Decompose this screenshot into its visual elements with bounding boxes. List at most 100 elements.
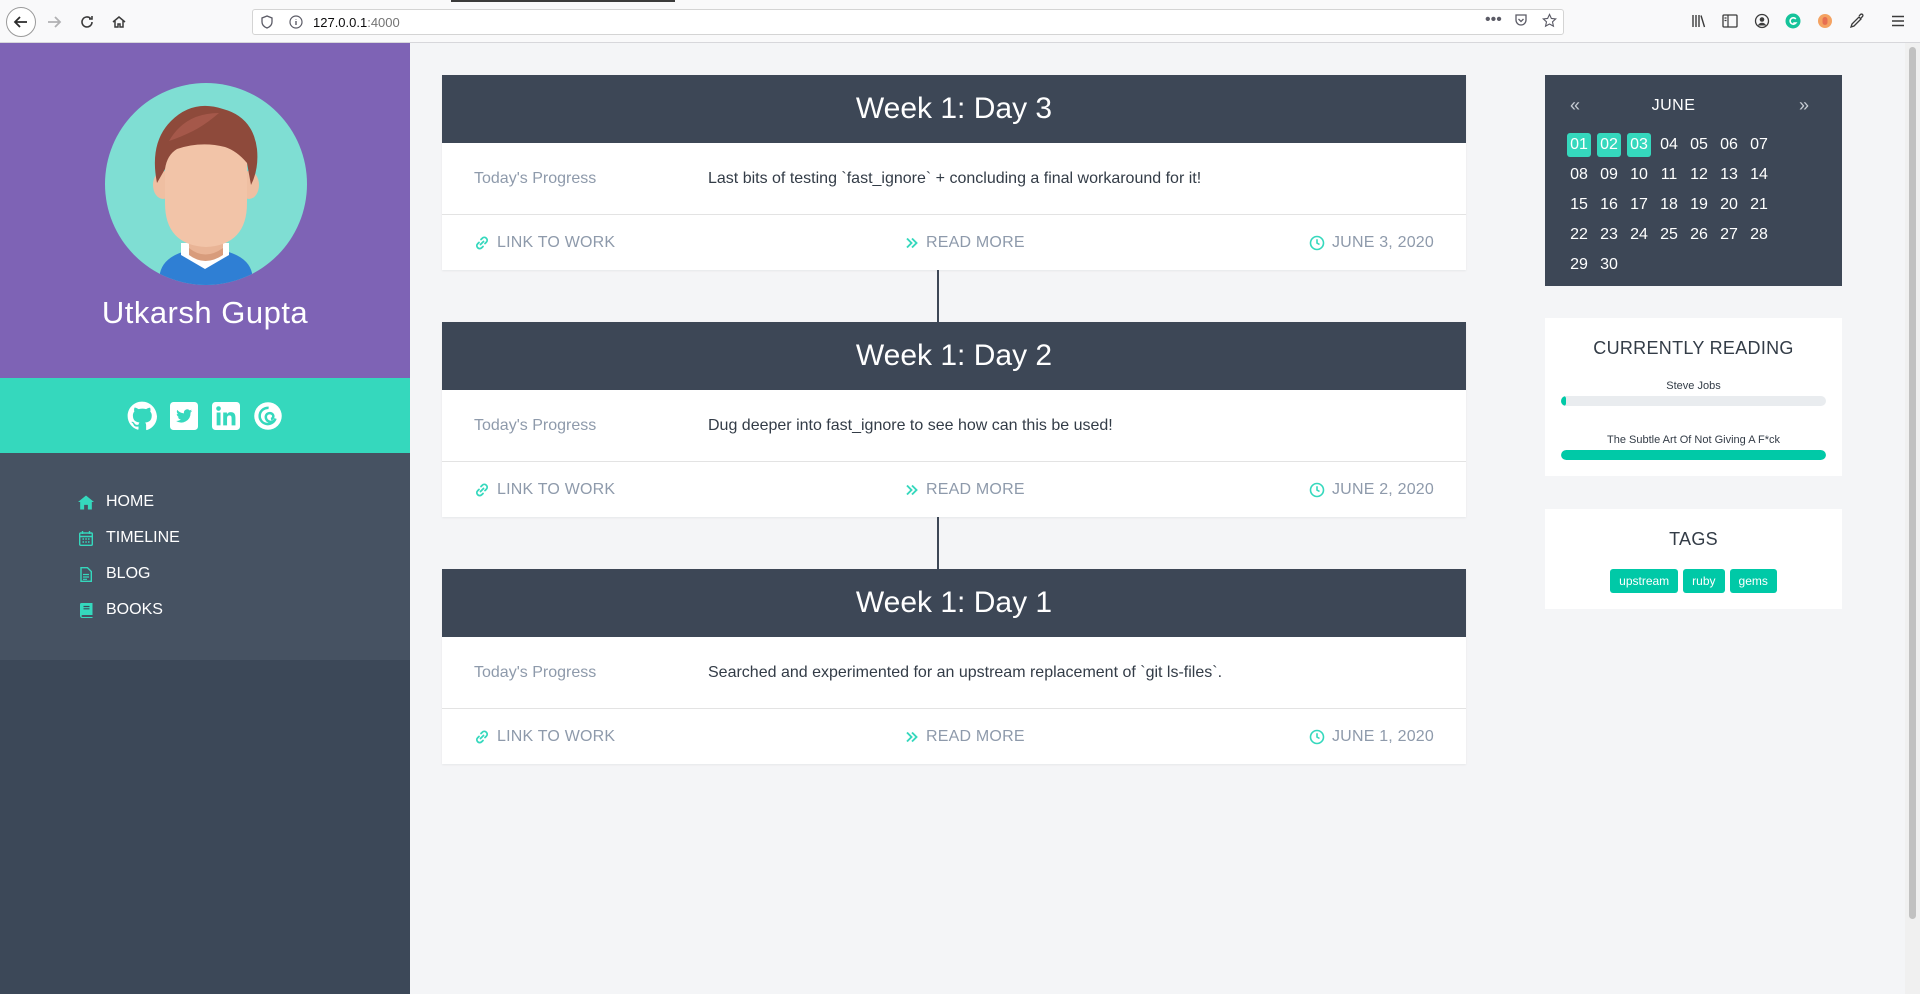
url-port: :4000 [367, 15, 400, 30]
post-text: Searched and experimented for an upstrea… [708, 664, 1223, 681]
link-to-work-link[interactable]: LINK TO WORK [474, 481, 615, 499]
link-to-work-link[interactable]: LINK TO WORK [474, 728, 615, 746]
file-icon [78, 566, 94, 582]
address-bar[interactable]: 127.0.0.1:4000 ••• [252, 9, 1564, 35]
calendar-day[interactable]: 24 [1627, 223, 1651, 247]
tag-upstream[interactable]: upstream [1610, 569, 1679, 593]
debian-icon[interactable] [253, 401, 283, 431]
more-actions-icon[interactable]: ••• [1485, 11, 1502, 29]
menu-hamburger-icon[interactable] [1888, 11, 1908, 31]
book-progress-bar [1561, 450, 1826, 460]
tag-ruby[interactable]: ruby [1683, 569, 1725, 593]
calendar-day[interactable]: 29 [1567, 253, 1591, 277]
clock-icon [1309, 235, 1325, 251]
post-label: Today's Progress [474, 417, 597, 434]
sidebar-item-blog[interactable]: BLOG [78, 565, 150, 583]
book-progress-fill [1561, 396, 1567, 406]
calendar-day[interactable]: 22 [1567, 223, 1591, 247]
calendar-day[interactable]: 11 [1657, 163, 1681, 187]
eyedropper-icon[interactable] [1847, 11, 1867, 31]
calendar-day[interactable]: 17 [1627, 193, 1651, 217]
post-body: Today's Progress Dug deeper into fast_ig… [442, 390, 1466, 462]
read-more-link[interactable]: READ MORE [905, 728, 1025, 746]
timeline-post: Week 1: Day 2 Today's Progress Dug deepe… [442, 322, 1466, 517]
calendar-day[interactable]: 28 [1747, 223, 1771, 247]
calendar-icon [78, 530, 94, 546]
profile-header: Utkarsh Gupta [0, 43, 410, 378]
scrollbar-thumb[interactable] [1909, 47, 1916, 919]
calendar-day[interactable]: 26 [1687, 223, 1711, 247]
page-scrollbar[interactable] [1905, 43, 1920, 994]
extension-icon[interactable] [1815, 11, 1835, 31]
timeline-connector [937, 517, 939, 569]
read-more-link[interactable]: READ MORE [905, 481, 1025, 499]
back-button[interactable] [6, 7, 36, 37]
clock-icon [1309, 729, 1325, 745]
shield-icon[interactable] [261, 15, 273, 32]
timeline-post: Week 1: Day 3 Today's Progress Last bits… [442, 75, 1466, 270]
calendar-day[interactable]: 01 [1567, 133, 1591, 157]
sidebar-item-home[interactable]: HOME [78, 493, 154, 511]
home-button[interactable] [105, 8, 133, 36]
github-icon[interactable] [127, 401, 157, 431]
calendar-day[interactable]: 27 [1717, 223, 1741, 247]
calendar-day[interactable]: 14 [1747, 163, 1771, 187]
calendar-day[interactable]: 20 [1717, 193, 1741, 217]
post-date-text: JUNE 3, 2020 [1331, 234, 1434, 251]
calendar-day[interactable]: 07 [1747, 133, 1771, 157]
sidebar-item-timeline[interactable]: TIMELINE [78, 529, 180, 547]
calendar-day[interactable]: 12 [1687, 163, 1711, 187]
calendar-day[interactable]: 25 [1657, 223, 1681, 247]
calendar-day[interactable]: 30 [1597, 253, 1621, 277]
calendar-day[interactable]: 18 [1657, 193, 1681, 217]
forward-button[interactable] [40, 8, 68, 36]
post-title: Week 1: Day 3 [442, 75, 1466, 143]
read-more-label: READ MORE [926, 728, 1025, 745]
pocket-icon[interactable] [1514, 13, 1528, 30]
sidebar-toggle-icon[interactable] [1720, 11, 1740, 31]
post-date-text: JUNE 1, 2020 [1331, 728, 1434, 745]
calendar-day[interactable]: 09 [1597, 163, 1621, 187]
reload-button[interactable] [73, 8, 101, 36]
calendar-day[interactable]: 02 [1597, 133, 1621, 157]
calendar-day[interactable]: 08 [1567, 163, 1591, 187]
post-title: Week 1: Day 2 [442, 322, 1466, 390]
calendar-day[interactable]: 10 [1627, 163, 1651, 187]
twitter-icon[interactable] [169, 401, 199, 431]
sidebar-item-books[interactable]: BOOKS [78, 601, 163, 619]
library-icon[interactable] [1689, 11, 1709, 31]
tags-widget: TAGS upstream ruby gems [1545, 509, 1842, 609]
info-icon[interactable] [289, 15, 303, 32]
calendar-day[interactable]: 04 [1657, 133, 1681, 157]
calendar-day[interactable]: 06 [1717, 133, 1741, 157]
link-to-work-link[interactable]: LINK TO WORK [474, 234, 615, 252]
calendar-day[interactable]: 05 [1687, 133, 1711, 157]
sidebar-item-label: BOOKS [106, 601, 163, 618]
book-progress-bar [1561, 396, 1826, 406]
calendar-day[interactable]: 21 [1747, 193, 1771, 217]
calendar-day[interactable]: 15 [1567, 193, 1591, 217]
read-more-link[interactable]: READ MORE [905, 234, 1025, 252]
calendar-day[interactable]: 19 [1687, 193, 1711, 217]
book-progress-fill [1561, 450, 1826, 460]
calendar-day[interactable]: 03 [1627, 133, 1651, 157]
book-icon [78, 602, 94, 618]
post-text: Dug deeper into fast_ignore to see how c… [708, 417, 1113, 434]
calendar-day[interactable]: 13 [1717, 163, 1741, 187]
post-footer: LINK TO WORK READ MORE JUNE 2, 2020 [442, 462, 1466, 517]
read-more-label: READ MORE [926, 234, 1025, 251]
profile-name: Utkarsh Gupta [101, 295, 309, 330]
post-date-text: JUNE 2, 2020 [1331, 481, 1434, 498]
account-icon[interactable] [1752, 11, 1772, 31]
read-more-label: READ MORE [926, 481, 1025, 498]
post-title: Week 1: Day 1 [442, 569, 1466, 637]
tag-gems[interactable]: gems [1729, 569, 1777, 593]
currently-reading-widget: CURRENTLY READING Steve Jobs The Subtle … [1545, 318, 1842, 476]
grammarly-extension-icon[interactable] [1783, 11, 1803, 31]
linkedin-icon[interactable] [211, 401, 241, 431]
timeline-post: Week 1: Day 1 Today's Progress Searched … [442, 569, 1466, 764]
calendar-next-button[interactable]: » [1799, 95, 1809, 116]
calendar-day[interactable]: 23 [1597, 223, 1621, 247]
calendar-day[interactable]: 16 [1597, 193, 1621, 217]
bookmark-star-icon[interactable] [1542, 13, 1557, 31]
